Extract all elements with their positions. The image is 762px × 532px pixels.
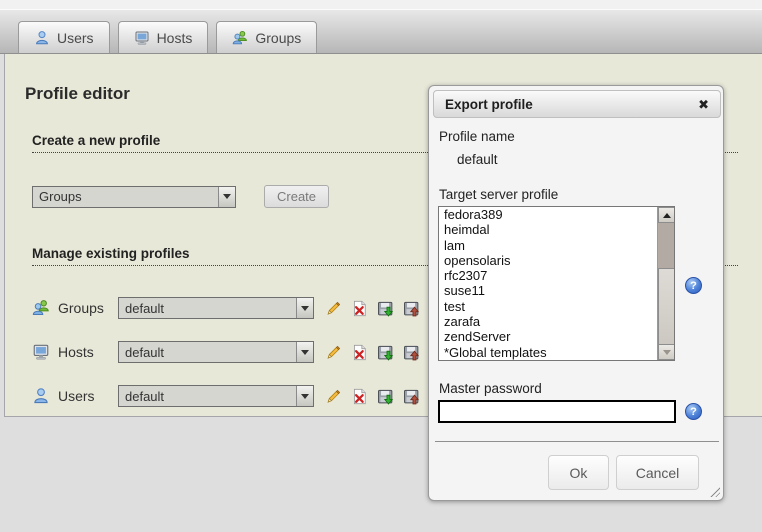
master-password-input[interactable]	[438, 400, 676, 423]
listbox-option[interactable]: heimdal	[439, 222, 674, 237]
profile-type-select[interactable]: Groups	[32, 186, 236, 208]
delete-icon[interactable]	[351, 388, 368, 405]
chevron-down-icon[interactable]	[218, 187, 235, 207]
groups-profile-select[interactable]: default	[118, 297, 314, 319]
help-icon[interactable]: ?	[685, 277, 702, 294]
resize-handle-icon[interactable]	[707, 484, 720, 497]
scroll-down-icon[interactable]	[658, 344, 675, 360]
host-icon	[32, 343, 52, 361]
group-icon	[32, 299, 52, 317]
profile-type-select-value: Groups	[33, 189, 82, 204]
export-profile-dialog: Export profile ✖ Profile name default Ta…	[428, 85, 724, 501]
tab-label: Hosts	[157, 30, 193, 46]
listbox-option[interactable]: zendServer	[439, 329, 674, 344]
import-icon[interactable]	[377, 300, 394, 317]
select-value: default	[119, 389, 164, 404]
tab-label: Groups	[255, 30, 301, 46]
users-profile-select[interactable]: default	[118, 385, 314, 407]
tab-hosts[interactable]: Hosts	[118, 21, 209, 53]
import-icon[interactable]	[377, 388, 394, 405]
tab-groups[interactable]: Groups	[216, 21, 317, 53]
listbox-option[interactable]: opensolaris	[439, 253, 674, 268]
profile-name-value: default	[457, 152, 498, 167]
ok-button[interactable]: Ok	[548, 455, 609, 490]
listbox-option[interactable]: *Global templates	[439, 345, 674, 360]
listbox-option[interactable]: zarafa	[439, 314, 674, 329]
user-icon	[34, 30, 50, 46]
chevron-down-icon[interactable]	[296, 298, 313, 318]
delete-icon[interactable]	[351, 300, 368, 317]
chevron-down-icon[interactable]	[296, 342, 313, 362]
listbox-option[interactable]: suse11	[439, 283, 674, 298]
help-icon[interactable]: ?	[685, 403, 702, 420]
dialog-divider	[435, 441, 719, 442]
top-strip	[0, 0, 762, 9]
listbox-option[interactable]: lam	[439, 238, 674, 253]
dialog-title: Export profile	[445, 97, 533, 112]
cancel-button[interactable]: Cancel	[616, 455, 699, 490]
host-icon	[134, 30, 150, 46]
export-icon[interactable]	[403, 388, 420, 405]
listbox-scrollbar[interactable]	[657, 207, 674, 360]
row-label: Users	[58, 388, 118, 404]
group-icon	[232, 30, 248, 46]
export-icon[interactable]	[403, 300, 420, 317]
row-actions	[325, 388, 420, 405]
close-icon[interactable]: ✖	[698, 98, 709, 111]
listbox-option[interactable]: rfc2307	[439, 268, 674, 283]
chevron-down-icon[interactable]	[296, 386, 313, 406]
scrollbar-thumb[interactable]	[658, 268, 675, 346]
tab-label: Users	[57, 30, 94, 46]
import-icon[interactable]	[377, 344, 394, 361]
hosts-profile-select[interactable]: default	[118, 341, 314, 363]
row-label: Groups	[58, 300, 118, 316]
tab-users[interactable]: Users	[18, 21, 110, 53]
profile-name-label: Profile name	[439, 129, 515, 144]
delete-icon[interactable]	[351, 344, 368, 361]
create-button[interactable]: Create	[264, 185, 329, 208]
edit-icon[interactable]	[325, 388, 342, 405]
listbox-option[interactable]: test	[439, 299, 674, 314]
select-value: default	[119, 345, 164, 360]
profile-editor-screen: Users Hosts Grou	[0, 0, 762, 532]
row-actions	[325, 300, 420, 317]
export-icon[interactable]	[403, 344, 420, 361]
edit-icon[interactable]	[325, 300, 342, 317]
scroll-up-icon[interactable]	[658, 207, 675, 223]
row-label: Hosts	[58, 344, 118, 360]
target-server-label: Target server profile	[439, 187, 558, 202]
listbox-option[interactable]: fedora389	[439, 207, 674, 222]
select-value: default	[119, 301, 164, 316]
edit-icon[interactable]	[325, 344, 342, 361]
user-icon	[32, 387, 52, 405]
tab-bar: Users Hosts Grou	[0, 9, 762, 54]
target-server-listbox[interactable]: fedora389 heimdal lam opensolaris rfc230…	[438, 206, 675, 361]
row-actions	[325, 344, 420, 361]
master-password-label: Master password	[439, 381, 542, 396]
dialog-titlebar[interactable]: Export profile ✖	[433, 90, 721, 118]
